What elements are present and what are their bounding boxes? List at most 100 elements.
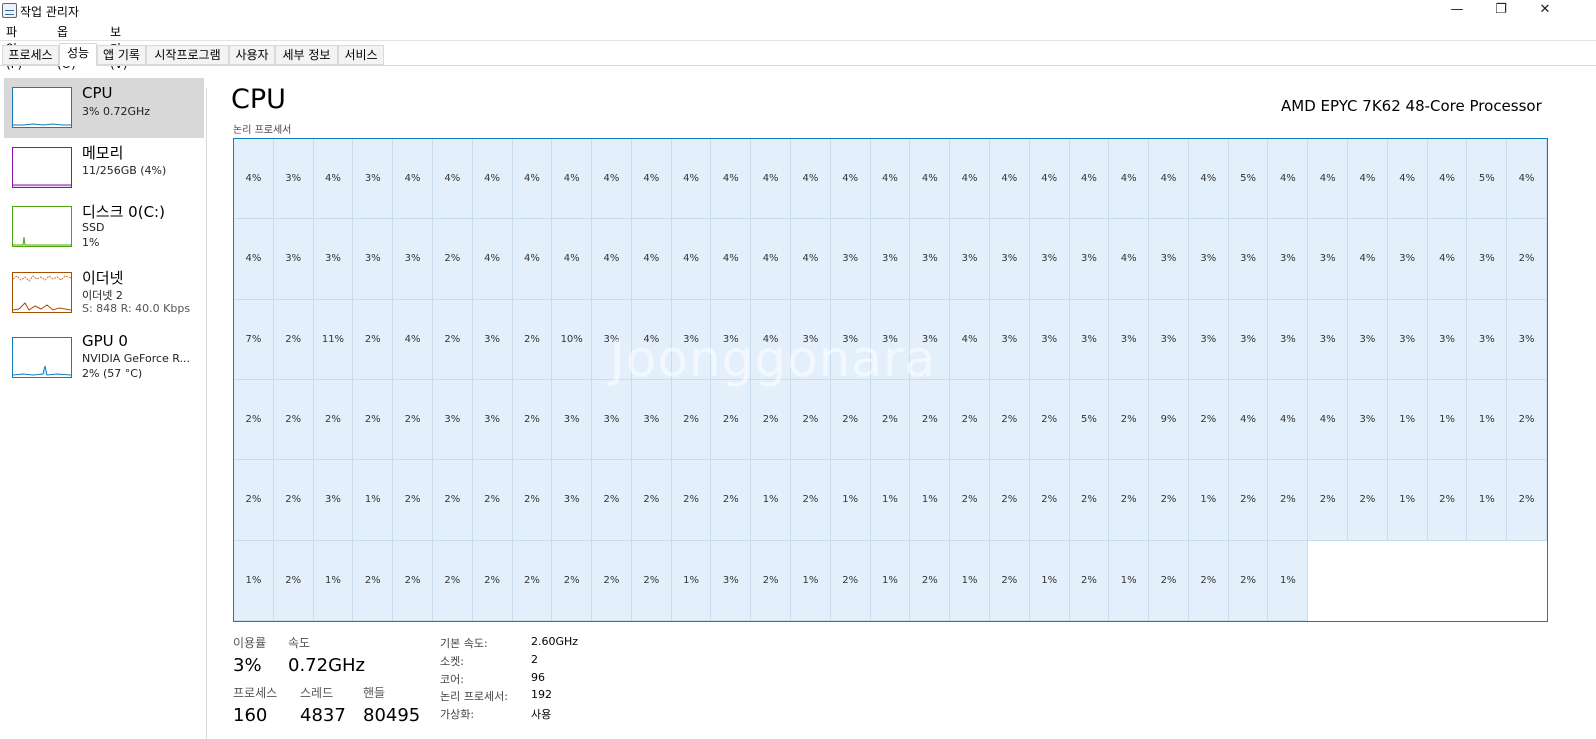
handles-value: 80495 [363,705,421,726]
tab-baseline [0,65,1596,66]
sidebar-item-detail: 이더넷 2 [82,289,123,302]
cpu-thumbnail-graph [12,87,72,128]
logical-processor-cell: 3% [432,380,473,461]
logical-processor-cell: 2% [353,299,394,380]
logical-processor-cell: 4% [1109,219,1150,300]
logical-processor-cell: 4% [791,219,831,300]
logical-processor-cell: 2% [273,540,314,621]
logical-processor-cell: 2% [910,540,951,621]
logical-processor-cell: 3% [631,380,672,461]
logical-processor-cell: 2% [711,460,752,541]
tab-details[interactable]: 세부 정보 [275,45,338,65]
logical-processor-cell: 2% [631,540,672,621]
sidebar-item-cpu[interactable]: CPU 3% 0.72GHz [4,78,204,138]
logical-processor-cell: 4% [393,139,433,220]
logical-processor-cell: 1% [950,540,990,621]
tab-processes[interactable]: 프로세스 [2,45,59,65]
logical-processor-cell: 4% [552,219,593,300]
logical-processor-cell: 2% [910,380,951,461]
logical-processor-cell: 2% [1268,460,1309,541]
logical-processor-cell: 4% [950,139,990,220]
window-title: 작업 관리자 [20,5,80,19]
logical-processor-cell: 2% [989,540,1030,621]
logical-processor-cell: 2% [393,380,433,461]
close-button[interactable]: ✕ [1523,0,1567,22]
tab-startup[interactable]: 시작프로그램 [146,45,229,65]
utilization-label: 이용률 [233,636,267,650]
menu-divider [0,40,1596,41]
logical-processor-cell: 4% [830,139,871,220]
sockets-value: 2 [531,653,538,666]
logical-processor-cell: 4% [1069,139,1110,220]
logical-processors-value: 192 [531,688,552,701]
logical-processor-cell: 2% [1109,460,1150,541]
logical-processor-cell: 4% [1348,219,1388,300]
logical-processor-cell: 2% [1427,460,1468,541]
logical-processor-cell: 3% [1228,219,1269,300]
logical-processor-cell: 2% [432,219,473,300]
sidebar-item-detail: S: 848 R: 40.0 Kbps [82,302,191,315]
logical-processor-cell: 1% [751,460,792,541]
task-manager-icon [2,3,17,18]
logical-processor-cell: 2% [1507,219,1547,300]
logical-processor-cell: 2% [432,540,473,621]
sidebar-item-memory[interactable]: 메모리 11/256GB (4%) [4,138,204,198]
logical-processor-cell: 4% [472,219,513,300]
page-title: CPU [231,84,286,115]
logical-processor-cell: 2% [711,380,752,461]
logical-processor-cell: 3% [1348,380,1388,461]
logical-processor-cell: 4% [1268,139,1309,220]
logical-processor-cell: 3% [989,219,1030,300]
logical-processor-cell: 3% [830,299,871,380]
sidebar-item-label: 디스크 0(C:) [82,203,165,221]
logical-processor-cell: 3% [711,540,752,621]
logical-processor-cell: 2% [751,380,792,461]
logical-processor-cell: 5% [1467,139,1508,220]
logical-processor-cell: 2% [1069,460,1110,541]
logical-processor-cell: 2% [950,380,990,461]
logical-processor-cell: 2% [870,380,911,461]
logical-processor-cell: 4% [910,139,951,220]
tab-services[interactable]: 서비스 [338,45,384,65]
tab-performance[interactable]: 성능 [59,43,97,66]
logical-processor-cell: 2% [1228,540,1269,621]
sidebar-item-ethernet[interactable]: 이더넷 이더넷 2 S: 848 R: 40.0 Kbps [4,263,204,323]
logical-processor-cell: 2% [353,540,394,621]
logical-processor-cell: 3% [1109,299,1150,380]
logical-processor-cell: 3% [472,299,513,380]
logical-processor-cell: 3% [1427,299,1468,380]
logical-processor-cell: 2% [353,380,394,461]
sidebar-item-detail: 2% (57 °C) [82,367,143,380]
logical-processor-cell: 4% [711,139,752,220]
logical-processor-cell: 3% [1029,219,1070,300]
logical-processor-cell: 2% [432,299,473,380]
logical-processor-cell: 3% [353,139,394,220]
tab-app-history[interactable]: 앱 기록 [97,45,146,65]
restore-button[interactable]: ❐ [1479,0,1523,22]
logical-processor-cell: 1% [313,540,354,621]
logical-processor-cell: 1% [1387,460,1428,541]
logical-processor-grid[interactable]: 4% 3% 4% 3% 4% 4% 4% 4% 4% 4% 4% 4% 4% 4% 4% 4% 4% 4% 4% 4%… [233,138,1548,622]
logical-processor-cell: 4% [671,219,712,300]
logical-processor-cell: 1% [671,540,712,621]
logical-processor-cell: 3% [393,219,433,300]
logical-processor-cell: 1% [1188,460,1229,541]
logical-processor-cell: 3% [1268,219,1309,300]
logical-processor-cell: 2% [950,460,990,541]
logical-processor-cell: 4% [234,219,274,300]
logical-processor-cell: 2% [592,460,632,541]
sidebar-separator [206,88,207,739]
logical-processor-cell: 4% [711,219,752,300]
logical-processor-cell: 2% [512,540,553,621]
logical-processor-cell: 4% [1109,139,1150,220]
tab-users[interactable]: 사용자 [229,45,275,65]
minimize-button[interactable]: — [1435,0,1479,22]
sidebar-item-gpu[interactable]: GPU 0 NVIDIA GeForce R... 2% (57 °C) [4,328,204,388]
logical-processor-cell: 3% [313,460,354,541]
logical-processor-cell: 1% [1029,540,1070,621]
title-bar: 작업 관리자 — ❐ ✕ [0,0,1596,22]
sidebar-item-disk[interactable]: 디스크 0(C:) SSD 1% [4,197,204,257]
logical-processor-cell: 2% [1069,540,1110,621]
logical-processor-cell: 4% [1427,139,1468,220]
logical-processor-cell: 2% [313,380,354,461]
